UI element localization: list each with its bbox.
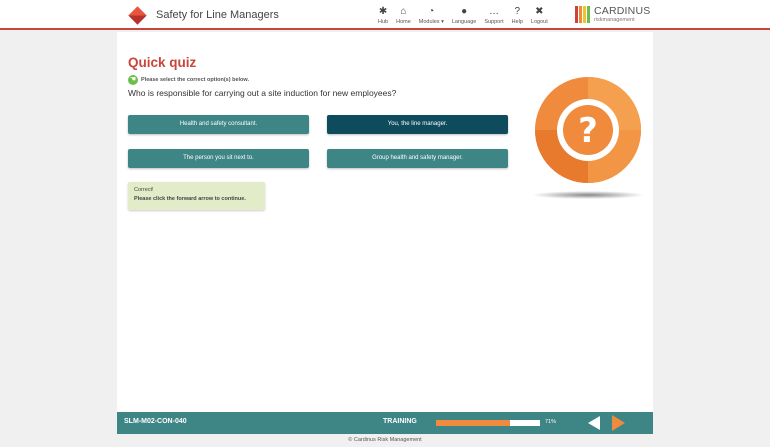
chat-icon: … xyxy=(488,6,499,17)
close-icon: ✖ xyxy=(535,6,544,17)
nav-label-modules: Modules ▾ xyxy=(418,19,444,25)
back-arrow-button[interactable] xyxy=(588,416,600,430)
app-title: Safety for Line Managers xyxy=(156,9,279,21)
logo-main-text: CARDINUS xyxy=(594,5,651,17)
brand: Safety for Line Managers xyxy=(128,5,279,25)
nav-label-home: Home xyxy=(396,19,411,25)
nav-item-language[interactable]: ● Language xyxy=(452,6,476,25)
nav-item-hub[interactable]: ✱ Hub xyxy=(378,6,388,25)
svg-text:?: ? xyxy=(578,111,598,151)
quiz-panel: Quick quiz ☚ Please select the correct o… xyxy=(117,32,653,412)
nav-item-support[interactable]: … Support xyxy=(484,6,503,25)
option-person-next-to[interactable]: The person you sit next to. xyxy=(128,149,309,168)
hub-icon: ✱ xyxy=(378,6,388,17)
top-nav: ✱ Hub ⌂ Home ◔ Modules ▾ ● Language … Su… xyxy=(378,6,556,25)
progress-percent: 71% xyxy=(545,419,557,425)
page-title: Quick quiz xyxy=(128,55,197,70)
feedback-status: Correct! xyxy=(134,187,154,193)
option-health-safety-consultant[interactable]: Health and safety consultant. xyxy=(128,115,309,134)
progress-fill xyxy=(436,420,510,426)
question-icon: ? xyxy=(514,6,521,17)
nav-label-hub: Hub xyxy=(378,19,389,25)
mode-label: TRAINING xyxy=(383,418,417,425)
cardinus-logo: CARDINUS riskmanagement xyxy=(575,6,650,23)
option-line-manager[interactable]: You, the line manager. xyxy=(327,115,508,134)
home-icon: ⌂ xyxy=(400,6,407,17)
top-bar: Safety for Line Managers ✱ Hub ⌂ Home ◔ … xyxy=(0,0,770,30)
pointer-hand-icon: ☚ xyxy=(128,75,138,85)
instruction: ☚ Please select the correct option(s) be… xyxy=(128,75,249,85)
footer-bar: SLM-M02-CON-040 TRAINING 71% xyxy=(117,412,653,434)
nav-item-logout[interactable]: ✖ Logout xyxy=(531,6,548,25)
nav-item-modules[interactable]: ◔ Modules ▾ xyxy=(419,6,444,25)
screen-code: SLM-M02-CON-040 xyxy=(124,418,187,425)
question-text: Who is responsible for carrying out a si… xyxy=(128,88,397,98)
globe-icon: ● xyxy=(461,6,468,17)
nav-label-logout: Logout xyxy=(530,19,548,25)
logo-sub-text: riskmanagement xyxy=(594,17,635,23)
feedback-box: Correct! Please click the forward arrow … xyxy=(128,182,265,210)
copyright: © Cardinus Risk Management xyxy=(348,437,422,443)
progress-bar xyxy=(436,420,540,426)
nav-label-language: Language xyxy=(451,19,477,25)
instruction-text: Please select the correct option(s) belo… xyxy=(141,77,249,83)
quiz-question-mark-icon: ? xyxy=(532,77,644,199)
nav-label-support: Support xyxy=(484,19,504,25)
gauge-icon: ◔ xyxy=(428,6,435,17)
nav-item-home[interactable]: ⌂ Home xyxy=(396,6,411,25)
logo-bars-icon xyxy=(575,6,591,23)
nav-item-help[interactable]: ? Help xyxy=(512,6,523,25)
option-group-safety-manager[interactable]: Group health and safety manager. xyxy=(327,149,508,168)
forward-arrow-button[interactable] xyxy=(612,415,625,431)
nav-label-help: Help xyxy=(511,19,523,25)
feedback-instruction: Please click the forward arrow to contin… xyxy=(134,196,246,202)
brand-logo-icon xyxy=(128,5,147,25)
